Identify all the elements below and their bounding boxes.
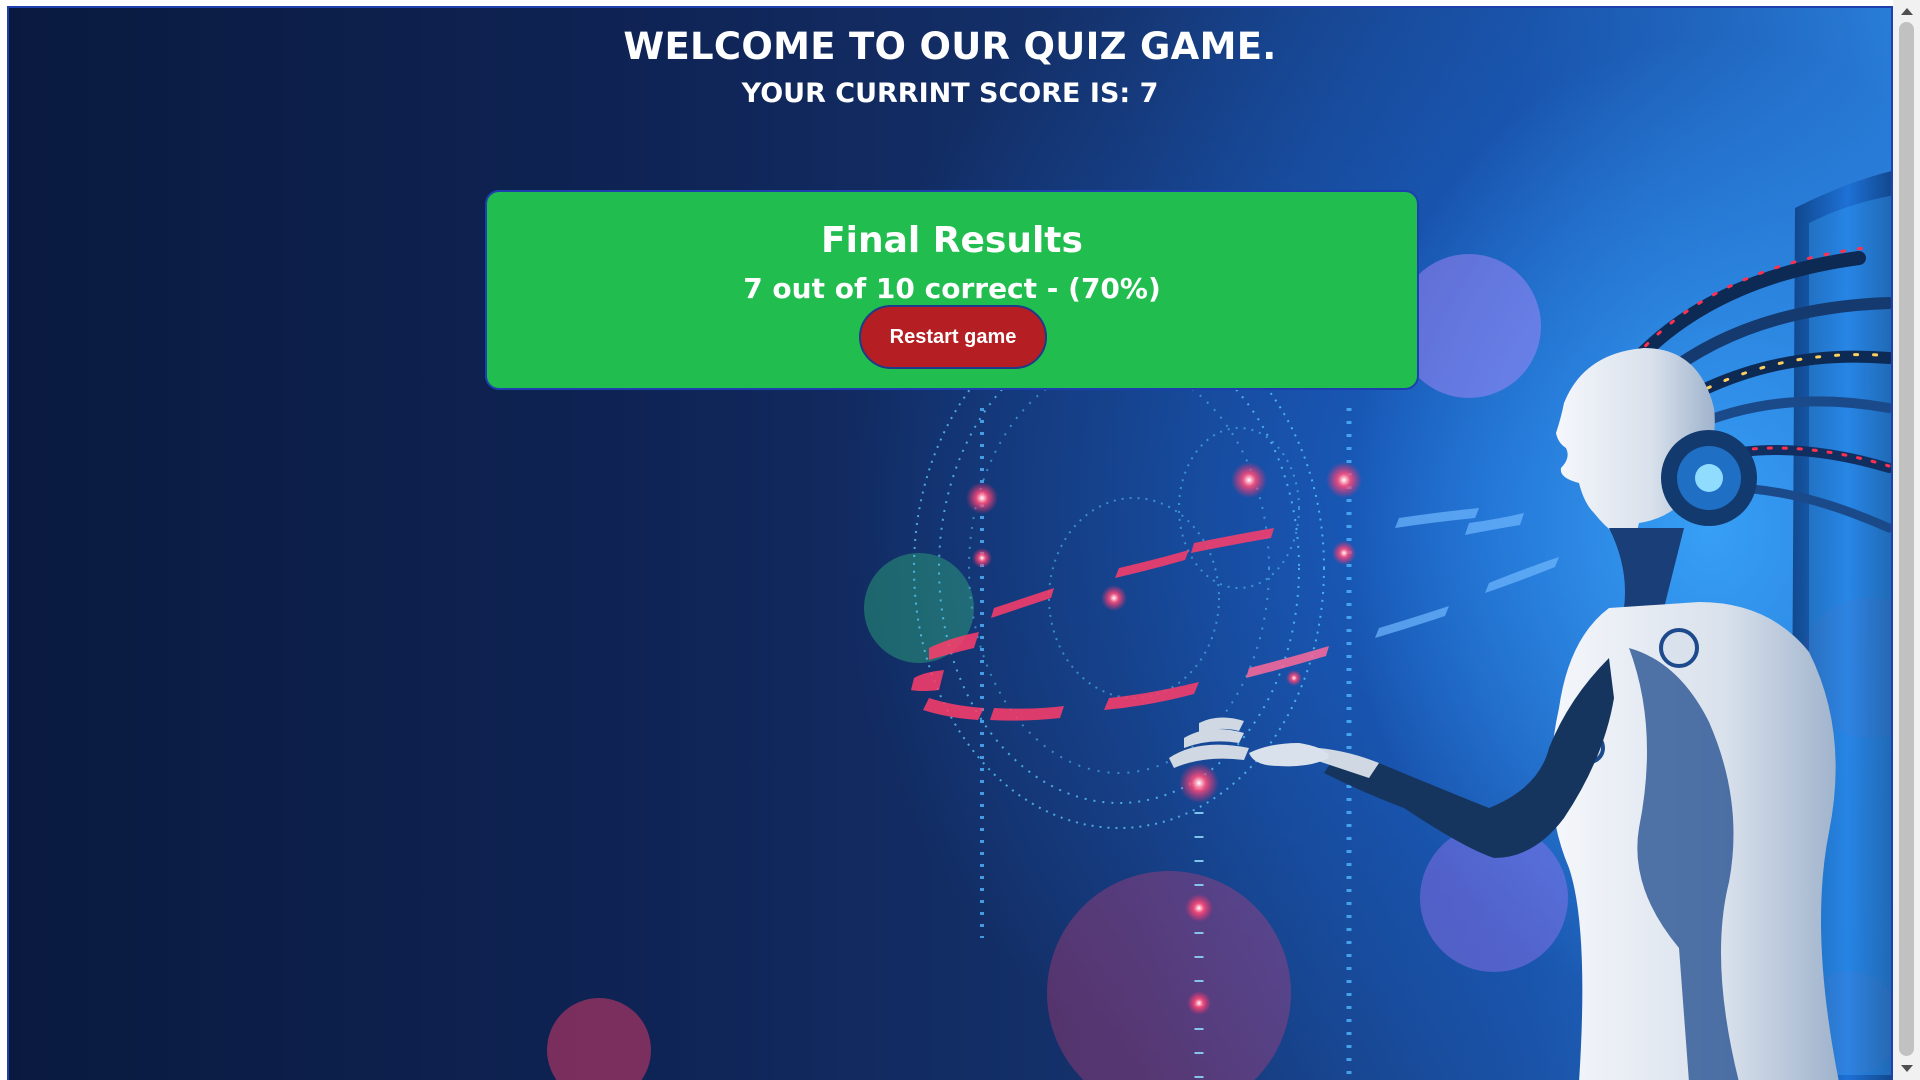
glow-node bbox=[1185, 894, 1213, 922]
bokeh-circle bbox=[1047, 871, 1291, 1080]
glow-node bbox=[972, 548, 992, 568]
scrollbar-thumb[interactable] bbox=[1899, 22, 1914, 1056]
vertical-scrollbar[interactable] bbox=[1893, 0, 1920, 1080]
robot-hologram-background bbox=[547, 171, 1891, 1080]
results-title: Final Results bbox=[821, 220, 1083, 261]
glow-node bbox=[1326, 462, 1362, 498]
glow-node bbox=[1332, 541, 1356, 565]
glow-node bbox=[1187, 991, 1211, 1015]
bokeh-circle bbox=[547, 998, 651, 1080]
blue-orbit-ring bbox=[1375, 508, 1559, 638]
glow-node bbox=[1101, 585, 1127, 611]
current-score: YOUR CURRINT SCORE IS: 7 bbox=[741, 78, 1159, 109]
page-title: WELCOME TO OUR QUIZ GAME. bbox=[623, 25, 1277, 68]
results-summary: 7 out of 10 correct - (70%) bbox=[743, 272, 1161, 305]
glow-node bbox=[1231, 462, 1267, 498]
final-results-card: Final Results 7 out of 10 correct - (70%… bbox=[485, 190, 1419, 390]
scroll-up-arrow-icon[interactable] bbox=[1901, 8, 1913, 15]
glow-node bbox=[1286, 670, 1302, 686]
scroll-down-arrow-icon[interactable] bbox=[1901, 1065, 1913, 1072]
glow-node bbox=[966, 482, 998, 514]
quiz-page: WELCOME TO OUR QUIZ GAME. YOUR CURRINT S… bbox=[7, 6, 1893, 1080]
restart-game-button[interactable]: Restart game bbox=[859, 305, 1047, 369]
glow-node bbox=[1179, 763, 1219, 803]
